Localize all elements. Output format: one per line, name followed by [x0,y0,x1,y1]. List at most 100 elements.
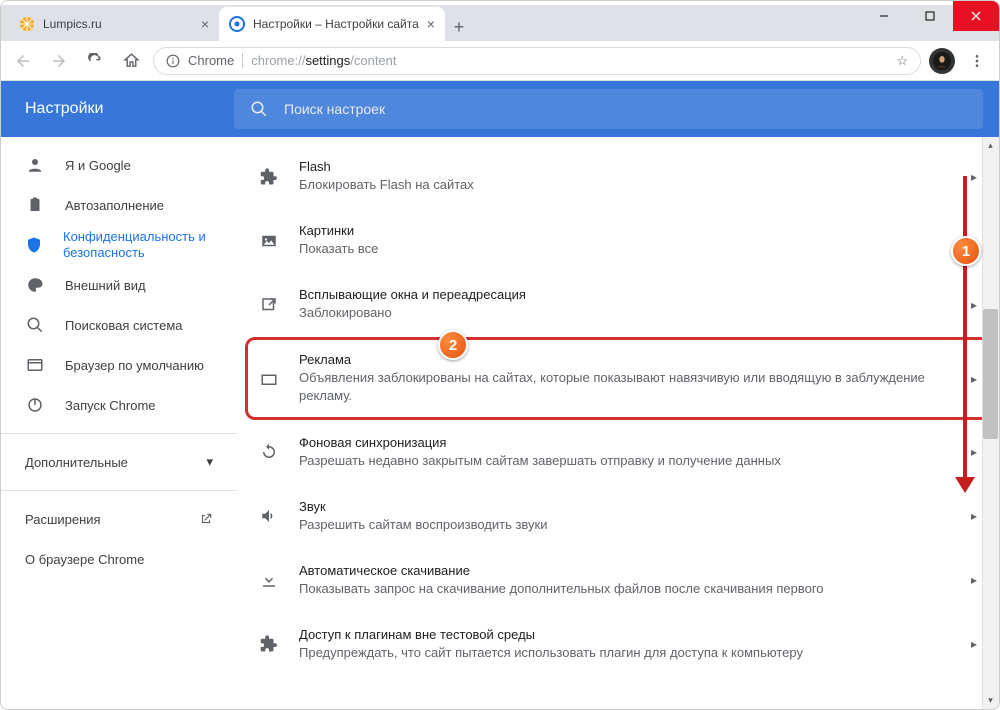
profile-avatar[interactable] [929,48,955,74]
reload-button[interactable] [81,47,109,75]
chevron-right-icon: ▸ [971,298,977,312]
page-title: Настройки [1,100,234,118]
sync-icon [259,442,279,462]
sidebar-item-on-startup[interactable]: Запуск Chrome [1,385,237,425]
row-title: Фоновая синхронизация [299,435,951,450]
setting-row-images[interactable]: КартинкиПоказать все ▸ [237,209,999,273]
favicon-lumpics [19,16,35,32]
chevron-right-icon: ▸ [971,509,977,523]
setting-row-flash[interactable]: Flash Блокировать Flash на сайтах ▸ [237,145,999,209]
setting-row-popups[interactable]: Всплывающие окна и переадресацияЗаблокир… [237,273,999,337]
search-icon [25,315,45,335]
new-tab-button[interactable]: + [445,13,473,41]
back-button[interactable] [9,47,37,75]
sidebar-item-label: Поисковая система [65,318,183,333]
setting-row-background-sync[interactable]: Фоновая синхронизация Разрешать недавно з… [237,420,999,484]
row-subtitle: Показывать запрос на скачивание дополнит… [299,580,951,598]
row-title: Автоматическое скачивание [299,563,951,578]
site-info-icon[interactable] [166,54,180,68]
annotation-badge-1: 1 [951,236,981,266]
row-subtitle: Разрешить сайтам воспроизводить звуки [299,516,951,534]
sidebar-item-default-browser[interactable]: Браузер по умолчанию [1,345,237,385]
shield-icon [25,235,43,255]
sidebar-about-link[interactable]: О браузере Chrome [1,539,237,579]
tab-lumpics[interactable]: Lumpics.ru × [9,7,219,41]
close-button[interactable] [953,1,999,31]
chevron-right-icon: ▸ [971,637,977,651]
annotation-arrow [963,176,967,481]
url-path: /content [350,53,396,68]
row-subtitle: Разрешать недавно закрытым сайтам заверш… [299,452,951,470]
vertical-scrollbar[interactable]: ▴ ▾ [982,137,999,709]
row-title: Всплывающие окна и переадресация [299,287,951,302]
row-title: Доступ к плагинам вне тестовой среды [299,627,951,642]
clipboard-icon [25,195,45,215]
setting-row-ads[interactable]: Реклама Объявления заблокированы на сайта… [245,337,991,420]
browser-icon [25,355,45,375]
sidebar-item-search-engine[interactable]: Поисковая система [1,305,237,345]
favicon-settings [229,16,245,32]
scrollbar-thumb[interactable] [983,309,998,439]
row-subtitle: Показать все [299,240,951,258]
url-scheme: chrome:// [251,53,305,68]
power-icon [25,395,45,415]
row-title: Реклама [299,352,951,367]
settings-search[interactable]: Поиск настроек [234,89,983,129]
address-chip: Chrome [188,53,234,68]
image-icon [259,231,279,251]
popup-icon [259,295,279,315]
ads-icon [259,369,279,389]
scroll-up-arrow[interactable]: ▴ [982,137,999,154]
tab-close-icon[interactable]: × [201,16,209,32]
scroll-down-arrow[interactable]: ▾ [982,692,999,709]
browser-toolbar: Chrome chrome://settings/content ☆ [1,41,999,81]
row-title: Звук [299,499,951,514]
maximize-button[interactable] [907,1,953,31]
sidebar-item-autofill[interactable]: Автозаполнение [1,185,237,225]
forward-button[interactable] [45,47,73,75]
extension-icon [259,167,279,187]
settings-content: Flash Блокировать Flash на сайтах ▸ Карти… [237,137,999,709]
extension-icon [259,634,279,654]
sidebar-item-appearance[interactable]: Внешний вид [1,265,237,305]
sidebar-advanced-label: Дополнительные [25,455,128,470]
setting-row-auto-downloads[interactable]: Автоматическое скачивание Показывать запр… [237,548,999,612]
setting-row-sound[interactable]: Звук Разрешить сайтам воспроизводить звук… [237,484,999,548]
settings-appbar: Настройки Поиск настроек [1,81,999,137]
search-placeholder: Поиск настроек [284,101,385,117]
sidebar-item-label: Я и Google [65,158,131,173]
tab-label: Настройки – Настройки сайта [253,17,419,31]
chevron-right-icon: ▸ [971,372,977,386]
tab-label: Lumpics.ru [43,17,193,31]
url-host: settings [305,53,350,68]
sidebar-extensions-link[interactable]: Расширения [1,499,237,539]
sidebar-item-label: Браузер по умолчанию [65,358,204,373]
open-in-new-icon [199,512,213,526]
bookmark-star-icon[interactable]: ☆ [896,53,908,69]
home-button[interactable] [117,47,145,75]
sidebar-item-label: Внешний вид [65,278,146,293]
menu-button[interactable] [963,47,991,75]
sidebar-item-label: Конфиденциальность и безопасность [63,229,237,260]
setting-row-unsandboxed-plugins[interactable]: Доступ к плагинам вне тестовой среды Пред… [237,612,999,676]
minimize-button[interactable] [861,1,907,31]
download-icon [259,570,279,590]
chevron-right-icon: ▸ [971,170,977,184]
sound-icon [259,506,279,526]
sidebar-item-privacy[interactable]: Конфиденциальность и безопасность [1,225,237,265]
address-bar[interactable]: Chrome chrome://settings/content ☆ [153,47,921,75]
row-subtitle: Объявления заблокированы на сайтах, кото… [299,369,951,405]
tab-close-icon[interactable]: × [427,16,435,32]
sidebar-item-label: Запуск Chrome [65,398,156,413]
palette-icon [25,275,45,295]
sidebar-about-label: О браузере Chrome [25,552,144,567]
row-subtitle: Блокировать Flash на сайтах [299,176,951,194]
tab-settings[interactable]: Настройки – Настройки сайта × [219,7,445,41]
sidebar-advanced-toggle[interactable]: Дополнительные▾ [1,442,237,482]
row-subtitle: Предупреждать, что сайт пытается использ… [299,644,951,662]
sidebar-extensions-label: Расширения [25,512,101,527]
row-title: Flash [299,159,951,174]
tab-strip: Lumpics.ru × Настройки – Настройки сайта… [1,5,999,41]
chevron-right-icon: ▸ [971,445,977,459]
sidebar-item-you-and-google[interactable]: Я и Google [1,145,237,185]
